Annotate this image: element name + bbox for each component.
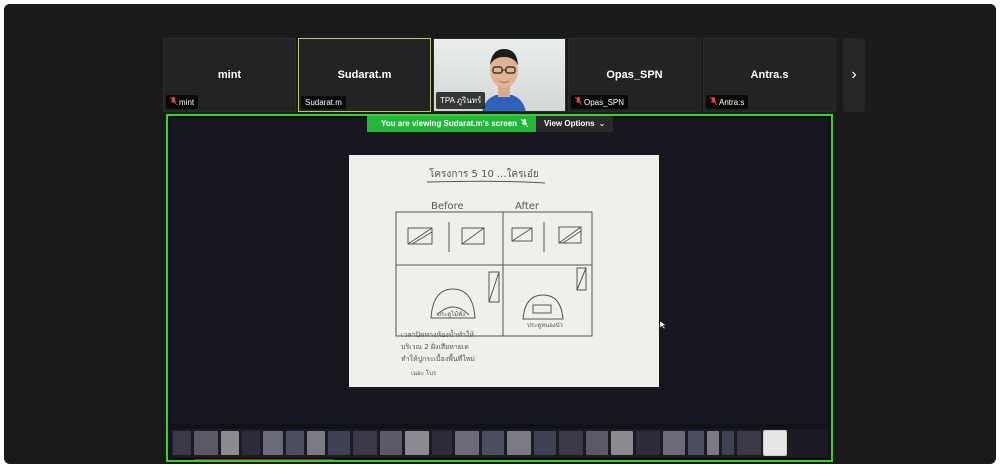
mic-muted-icon: [574, 96, 583, 107]
title-underline: [426, 180, 546, 184]
participant-tile-tpa[interactable]: TPA ภูรินทร์: [433, 38, 566, 112]
screen-share-banner: You are viewing Sudarat.m's screen View …: [367, 116, 614, 132]
note-line-4: เนอะ โบร: [411, 369, 437, 377]
door-after-panel: [532, 304, 552, 314]
thumbnail[interactable]: [380, 431, 402, 455]
door-after: [522, 294, 564, 320]
participant-video-person: [482, 49, 526, 111]
thumbnail[interactable]: [242, 431, 260, 455]
participant-tile-opas[interactable]: Opas_SPN Opas_SPN: [568, 38, 701, 112]
taskbar-accent: [194, 459, 334, 460]
thumbnail[interactable]: [663, 431, 685, 455]
participant-label: Opas_SPN: [571, 95, 629, 109]
thumbnail[interactable]: [173, 431, 191, 455]
thumbnail[interactable]: [737, 431, 761, 455]
thumbnail[interactable]: [328, 431, 350, 455]
participant-label-text: Opas_SPN: [584, 97, 625, 107]
thumbnail[interactable]: [405, 431, 429, 455]
thumbnail[interactable]: [432, 431, 452, 455]
window-2-hatch: [461, 227, 485, 245]
mic-muted-icon: [520, 118, 529, 129]
mic-muted-icon: [709, 96, 718, 107]
view-options-button[interactable]: View Options ⌄: [536, 116, 614, 132]
thumbnail[interactable]: [263, 431, 283, 455]
before-label: Before: [431, 201, 464, 212]
left-door-caption: ประตูไม้พัง: [437, 310, 465, 318]
participant-label-text: mint: [179, 97, 195, 107]
thumbnail[interactable]: [636, 431, 660, 455]
view-options-label: View Options: [544, 119, 595, 128]
participant-strip: mint mint Sudarat.m Sudarat.m TPA ภูรินท…: [163, 38, 836, 112]
participant-name: Opas_SPN: [606, 69, 663, 81]
participant-name: mint: [217, 69, 242, 81]
thumbnail[interactable]: [559, 431, 583, 455]
whiteboard-paper: โครงการ 5 10 ...ใครเอ๋ย Before After ประ…: [349, 155, 659, 387]
thumbnail[interactable]: [194, 431, 218, 455]
thumbnail[interactable]: [455, 431, 479, 455]
participant-tile-antra[interactable]: Antra.s Antra.s: [703, 38, 836, 112]
thumbnail[interactable]: [688, 431, 704, 455]
window-4-hatch: [558, 226, 582, 244]
participant-label-text: TPA ภูรินทร์: [440, 96, 482, 105]
participant-label-text: Antra.s: [719, 97, 745, 107]
thumbnail[interactable]: [482, 431, 504, 455]
shared-content: โครงการ 5 10 ...ใครเอ๋ย Before After ประ…: [171, 118, 828, 424]
thumbnail[interactable]: [763, 430, 787, 456]
participant-label: mint: [166, 95, 199, 109]
thumbnail[interactable]: [586, 431, 608, 455]
mic-muted-icon: [169, 96, 178, 107]
thumbnail[interactable]: [307, 431, 325, 455]
right-door-caption: ประตูหนองบัว: [527, 322, 563, 329]
meeting-window: mint mint Sudarat.m Sudarat.m TPA ภูรินท…: [4, 4, 996, 464]
thumbnail[interactable]: [286, 431, 304, 455]
next-page-button[interactable]: ›: [843, 38, 865, 112]
participant-label: Antra.s: [706, 95, 749, 109]
participant-label-text: Sudarat.m: [305, 98, 342, 107]
participant-tile-sudarat[interactable]: Sudarat.m Sudarat.m: [298, 38, 431, 112]
thumbnail[interactable]: [221, 431, 239, 455]
viewing-indicator: You are viewing Sudarat.m's screen: [367, 116, 537, 132]
note-line-2: บริเวณ 2 ฝั่งเสียหายเด: [401, 342, 469, 351]
note-line-1: เวลาปิดทางห้องน้ำทำให้: [401, 328, 474, 339]
chevron-right-icon: ›: [851, 66, 857, 83]
shared-screen: โครงการ 5 10 ...ใครเอ๋ย Before After ประ…: [166, 114, 833, 462]
thumbnail[interactable]: [722, 431, 734, 455]
window-1-hatch: [407, 227, 433, 245]
title-bar: [4, 4, 996, 36]
thumbnail-strip: [171, 429, 828, 457]
chevron-down-icon: ⌄: [598, 119, 606, 128]
panel-right-hatch: [576, 267, 587, 291]
viewing-text: You are viewing Sudarat.m's screen: [381, 119, 518, 128]
panel-left-hatch: [488, 271, 500, 303]
note-line-3: ทำให้ปูกระเบื้องพื้นที่ใหม่: [401, 352, 475, 363]
participant-label: TPA ภูรินทร์: [436, 92, 486, 109]
thumbnail[interactable]: [534, 431, 556, 455]
thumbnail[interactable]: [353, 431, 377, 455]
after-label: After: [515, 201, 540, 212]
participant-name: Sudarat.m: [337, 69, 392, 81]
thumbnail[interactable]: [707, 431, 719, 455]
participant-label: Sudarat.m: [301, 96, 346, 109]
hand-drawn-sketch: โครงการ 5 10 ...ใครเอ๋ย Before After ประ…: [395, 167, 593, 377]
thumbnail[interactable]: [507, 431, 531, 455]
mouse-pointer-icon: [660, 321, 666, 329]
window-3-hatch: [511, 227, 533, 242]
participant-name: Antra.s: [750, 69, 789, 81]
thumbnail[interactable]: [611, 431, 633, 455]
participant-tile-mint[interactable]: mint mint: [163, 38, 296, 112]
sketch-title: โครงการ 5 10 ...ใครเอ๋ย: [429, 167, 539, 180]
